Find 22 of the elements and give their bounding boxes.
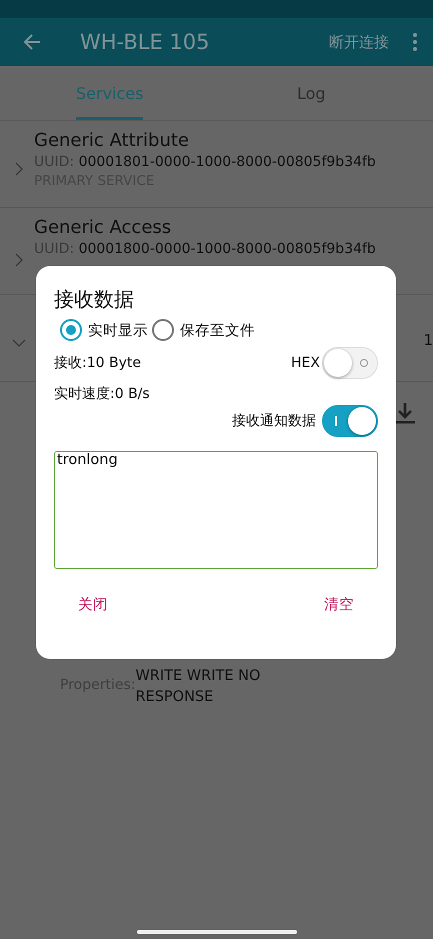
- output-field[interactable]: tronlong: [54, 451, 378, 569]
- service-name: Generic Attribute: [34, 130, 190, 151]
- app-title: WH-BLE 105: [80, 30, 211, 54]
- more-icon[interactable]: [413, 33, 417, 51]
- notify-switch[interactable]: [322, 405, 378, 437]
- uuid-value: 00001801-0000-1000-8000-00805f9b34fb: [78, 154, 376, 170]
- hex-label: HEX: [291, 355, 320, 371]
- notify-label: 接收通知数据: [232, 412, 316, 430]
- properties-value: WRITE WRITE NO RESPONSE: [135, 667, 262, 707]
- dialog-title: 接收数据: [54, 286, 135, 313]
- back-arrow-icon[interactable]: [22, 32, 42, 52]
- dialog-button[interactable]: 关闭: [76, 593, 110, 616]
- download-icon[interactable]: [395, 402, 415, 424]
- radio-option[interactable]: 实时显示: [60, 319, 148, 341]
- radio-option[interactable]: 保存至文件: [152, 319, 255, 341]
- hex-switch[interactable]: [322, 347, 378, 379]
- service-name: Generic Access: [34, 217, 172, 238]
- uuid-value: 1: [423, 331, 433, 349]
- dialog-button[interactable]: 清空: [322, 593, 356, 616]
- uuid-value: 00001800-0000-1000-8000-00805f9b34fb: [78, 241, 376, 257]
- speed-text: 实时速度:0 B/s: [54, 386, 150, 402]
- received-count: 接收:10 Byte: [54, 354, 142, 372]
